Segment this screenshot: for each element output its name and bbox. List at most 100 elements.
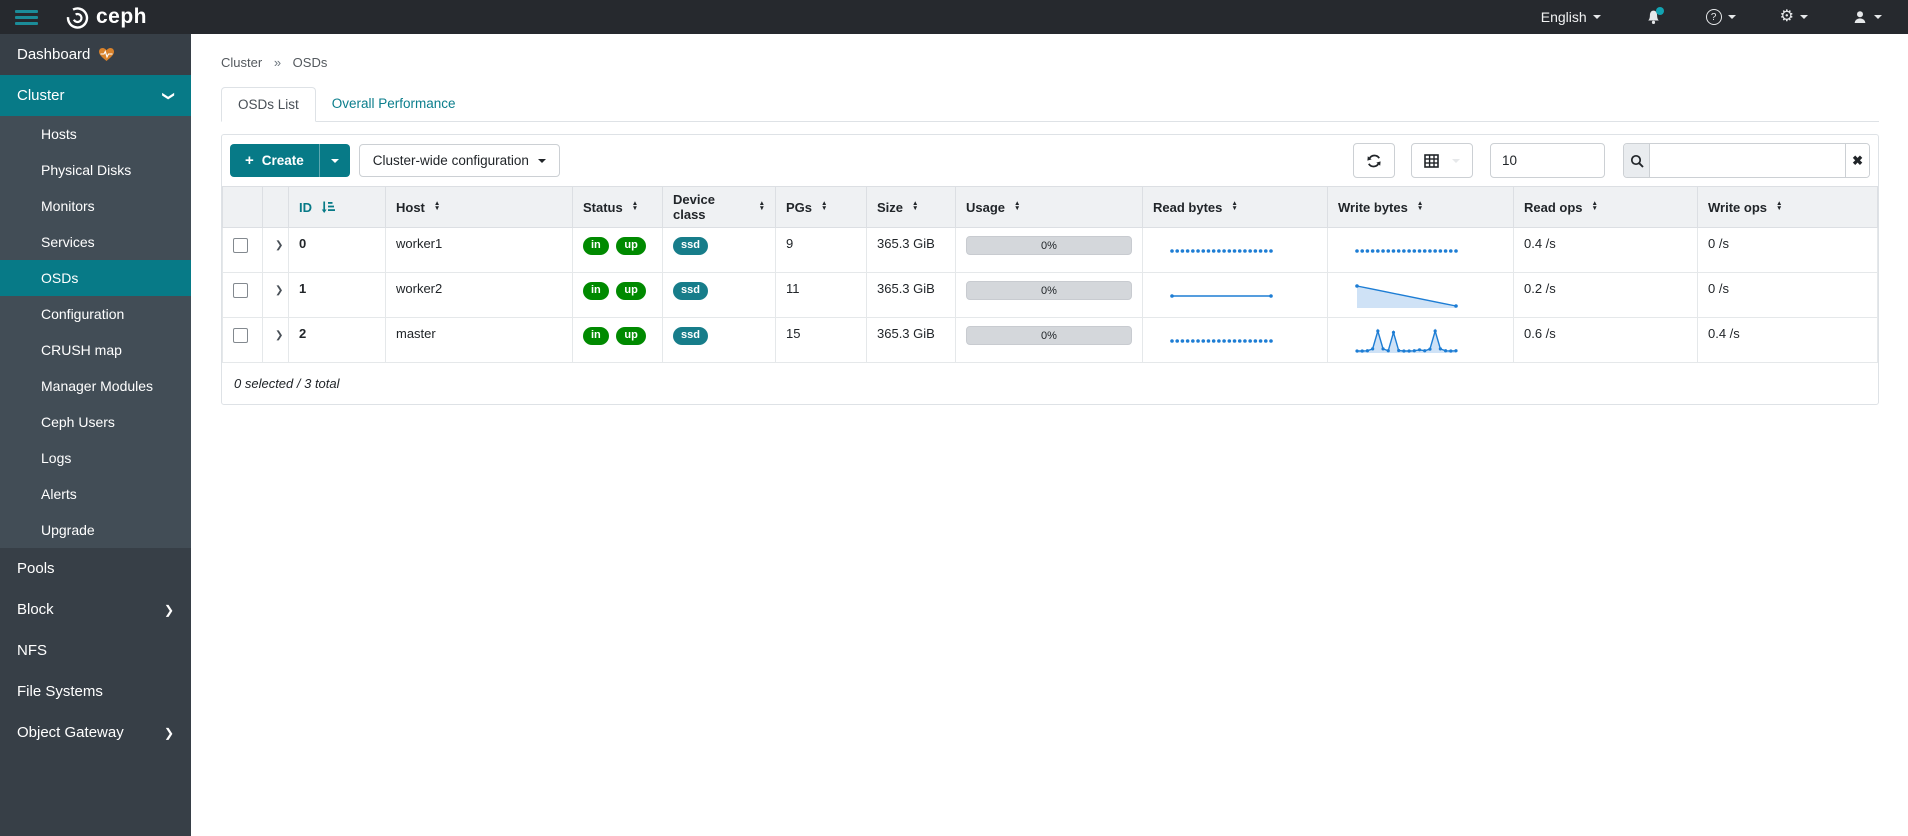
column-header-pgs[interactable]: PGs ▲▼	[776, 187, 867, 228]
gear-icon: ⚙	[1780, 9, 1794, 25]
user-dropdown[interactable]	[1852, 9, 1882, 25]
row-checkbox[interactable]	[233, 283, 248, 298]
usage-progress-bar: 0%	[966, 326, 1132, 345]
sidebar-item-nfs[interactable]: NFS	[0, 630, 191, 671]
sidebar-item-ceph-users[interactable]: Ceph Users	[0, 404, 191, 440]
help-dropdown[interactable]: ?	[1706, 9, 1736, 25]
sidebar-item-hosts[interactable]: Hosts	[0, 116, 191, 152]
column-header-read-bytes[interactable]: Read bytes ▲▼	[1143, 187, 1328, 228]
search-box: ✖	[1623, 143, 1870, 178]
refresh-icon	[1366, 153, 1382, 169]
header-select-column	[223, 187, 263, 228]
sidebar-item-label: Pools	[17, 560, 55, 577]
sidebar-item-label: File Systems	[17, 683, 103, 700]
write-bytes-sparkline	[1354, 283, 1459, 309]
sidebar-item-services[interactable]: Services	[0, 224, 191, 260]
sidebar-item-osds[interactable]: OSDs	[0, 260, 191, 296]
row-expand-chevron-icon[interactable]: ❯	[273, 240, 283, 251]
column-header-id[interactable]: ID	[289, 187, 386, 228]
notifications-button[interactable]	[1645, 9, 1662, 26]
sidebar-item-dashboard[interactable]: Dashboard	[0, 34, 191, 75]
breadcrumb-parent: Cluster	[221, 55, 262, 70]
refresh-button[interactable]	[1353, 143, 1395, 178]
usage-progress-bar: 0%	[966, 281, 1132, 300]
status-badge-up: up	[616, 327, 645, 345]
search-icon	[1630, 154, 1644, 168]
page-size-input[interactable]	[1490, 143, 1605, 178]
sidebar-item-object-gateway[interactable]: Object Gateway ❯	[0, 712, 191, 753]
sidebar-item-cluster[interactable]: Cluster ❯	[0, 75, 191, 116]
read-ops-cell: 0.6 /s	[1514, 318, 1698, 363]
sort-toggle-icon: ▲▼	[1014, 202, 1020, 211]
tab-osds-list[interactable]: OSDs List	[221, 87, 316, 122]
column-header-write-bytes[interactable]: Write bytes ▲▼	[1328, 187, 1514, 228]
sidebar-item-label: Cluster	[17, 87, 65, 104]
osd-id-cell: 1	[289, 273, 386, 318]
tab-overall-performance[interactable]: Overall Performance	[316, 87, 472, 121]
menu-toggle-icon[interactable]	[15, 7, 38, 28]
sidebar-item-block[interactable]: Block ❯	[0, 589, 191, 630]
plus-icon: +	[245, 152, 254, 169]
write-bytes-sparkline	[1354, 238, 1459, 264]
sidebar-item-file-systems[interactable]: File Systems	[0, 671, 191, 712]
sidebar-item-pools[interactable]: Pools	[0, 548, 191, 589]
column-header-write-ops[interactable]: Write ops ▲▼	[1698, 187, 1878, 228]
sort-toggle-icon: ▲▼	[1417, 202, 1423, 211]
sort-toggle-icon: ▲▼	[912, 202, 918, 211]
write-ops-cell: 0.4 /s	[1698, 318, 1878, 363]
column-header-device-class[interactable]: Device class ▲▼	[663, 187, 776, 228]
create-dropdown-toggle[interactable]	[319, 144, 350, 177]
read-bytes-cell	[1143, 228, 1328, 273]
device-class-badge: ssd	[673, 327, 708, 345]
device-class-badge: ssd	[673, 237, 708, 255]
status-badge-in: in	[583, 327, 609, 345]
sidebar-item-alerts[interactable]: Alerts	[0, 476, 191, 512]
column-header-read-ops[interactable]: Read ops ▲▼	[1514, 187, 1698, 228]
breadcrumb-current: OSDs	[293, 55, 328, 70]
column-header-status[interactable]: Status ▲▼	[573, 187, 663, 228]
header-expand-column	[263, 187, 289, 228]
row-checkbox[interactable]	[233, 328, 248, 343]
table-header-row: ID Host ▲▼	[223, 187, 1878, 228]
sidebar-item-manager-modules[interactable]: Manager Modules	[0, 368, 191, 404]
cluster-wide-configuration-label: Cluster-wide configuration	[373, 153, 529, 168]
search-input[interactable]	[1650, 144, 1845, 177]
chevron-right-icon: ❯	[164, 726, 174, 740]
read-bytes-sparkline	[1169, 283, 1274, 309]
sidebar-item-crush-map[interactable]: CRUSH map	[0, 332, 191, 368]
brand-name: ceph	[96, 5, 147, 29]
column-header-size[interactable]: Size ▲▼	[867, 187, 956, 228]
read-bytes-cell	[1143, 318, 1328, 363]
sort-toggle-icon: ▲▼	[1231, 202, 1237, 211]
column-toggle-dropdown[interactable]	[1411, 143, 1473, 178]
column-header-usage[interactable]: Usage ▲▼	[956, 187, 1143, 228]
clear-search-button[interactable]: ✖	[1845, 144, 1869, 177]
sidebar-item-label: Block	[17, 601, 54, 618]
sidebar-item-physical-disks[interactable]: Physical Disks	[0, 152, 191, 188]
chevron-down-icon: ❯	[162, 90, 176, 100]
status-badge-up: up	[616, 282, 645, 300]
row-expand-chevron-icon[interactable]: ❯	[273, 330, 283, 341]
create-button[interactable]: + Create	[230, 144, 319, 177]
row-expand-chevron-icon[interactable]: ❯	[273, 285, 283, 296]
sidebar-item-upgrade[interactable]: Upgrade	[0, 512, 191, 548]
ceph-logo[interactable]: ceph	[64, 4, 147, 31]
cluster-wide-configuration-dropdown[interactable]: Cluster-wide configuration	[359, 144, 560, 177]
tab-bar: OSDs List Overall Performance	[221, 87, 1879, 122]
help-icon: ?	[1706, 9, 1722, 25]
write-bytes-cell	[1328, 318, 1514, 363]
status-badge-up: up	[616, 237, 645, 255]
column-header-host[interactable]: Host ▲▼	[386, 187, 573, 228]
sidebar-item-logs[interactable]: Logs	[0, 440, 191, 476]
row-checkbox[interactable]	[233, 238, 248, 253]
language-label: English	[1541, 9, 1587, 25]
osds-table-panel: + Create Cluster-wide configuration	[221, 134, 1879, 405]
chevron-down-icon	[1593, 15, 1601, 19]
sidebar-item-configuration[interactable]: Configuration	[0, 296, 191, 332]
language-dropdown[interactable]: English	[1541, 9, 1601, 25]
write-ops-cell: 0 /s	[1698, 273, 1878, 318]
selection-summary: 0 selected / 3 total	[222, 363, 1878, 404]
sidebar-item-monitors[interactable]: Monitors	[0, 188, 191, 224]
settings-dropdown[interactable]: ⚙	[1780, 9, 1808, 25]
chevron-down-icon	[1452, 159, 1460, 163]
